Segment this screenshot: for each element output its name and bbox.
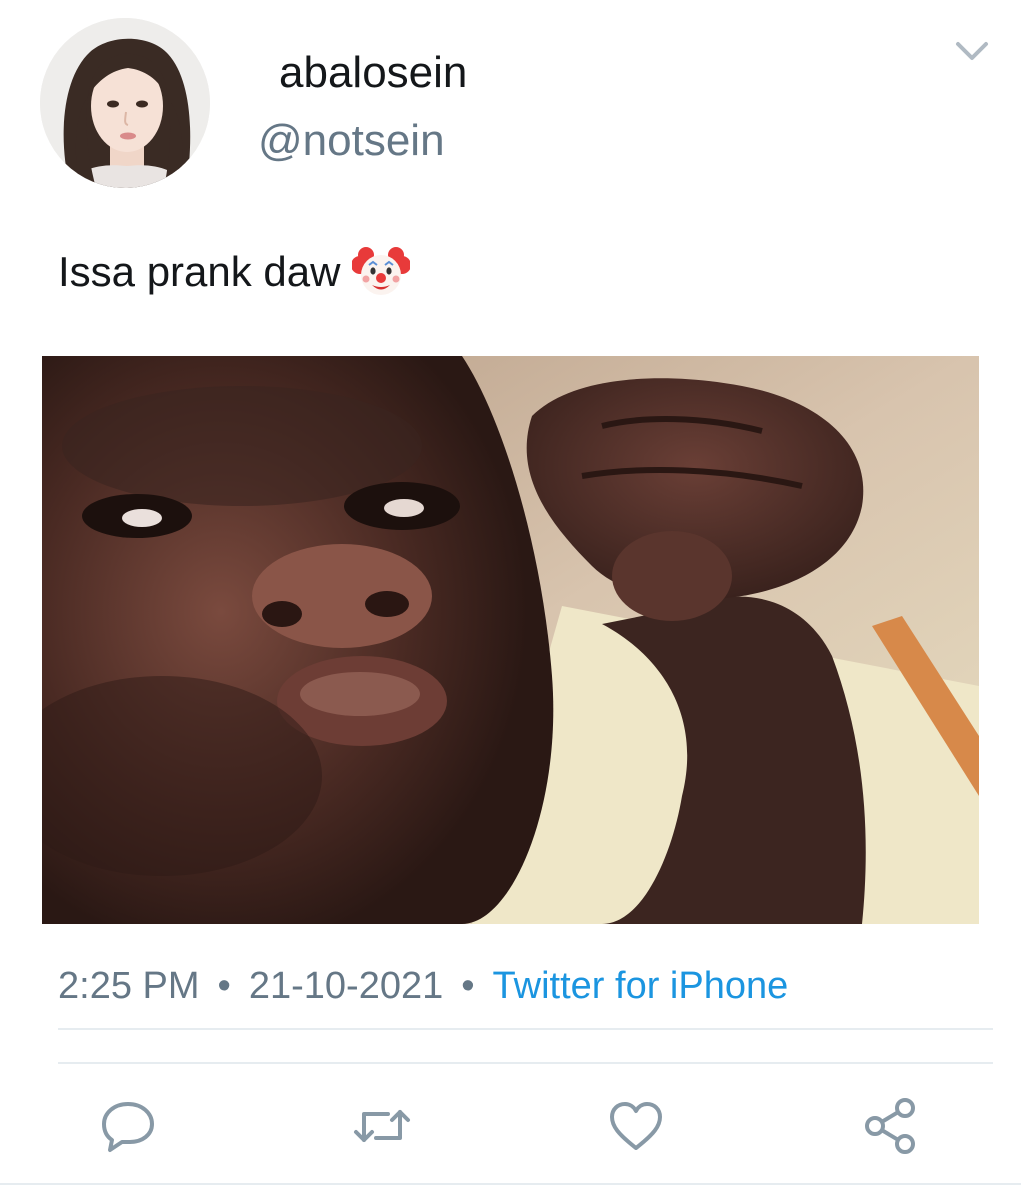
reply-icon[interactable] (96, 1096, 160, 1156)
heart-icon[interactable] (604, 1096, 668, 1156)
meta-separator: • (461, 965, 475, 1007)
divider (0, 1183, 1021, 1185)
clown-face-icon (351, 243, 412, 301)
meta-separator: • (217, 965, 231, 1007)
divider (58, 1062, 993, 1064)
tweet-date: 21-10-2021 (248, 965, 444, 1007)
tweet-meta: 2:25 PM • 21-10-2021 • Twitter for iPhone (58, 958, 788, 1014)
chevron-down-icon[interactable] (946, 30, 998, 74)
tweet-card: abalosein @notsein Issa prank daw 2:25 P… (0, 0, 1021, 1200)
share-icon[interactable] (858, 1096, 922, 1156)
display-name[interactable]: abalosein (279, 46, 467, 100)
retweet-icon[interactable] (350, 1096, 414, 1156)
tweet-source-link[interactable]: Twitter for iPhone (493, 965, 789, 1007)
avatar[interactable] (40, 18, 210, 188)
user-handle[interactable]: @notsein (258, 114, 445, 168)
tweet-time: 2:25 PM (58, 965, 200, 1007)
tweet-text-content: Issa prank daw (58, 248, 341, 295)
tweet-text: Issa prank daw (58, 240, 412, 304)
tweet-media-photo[interactable] (42, 356, 979, 924)
divider (58, 1028, 993, 1030)
